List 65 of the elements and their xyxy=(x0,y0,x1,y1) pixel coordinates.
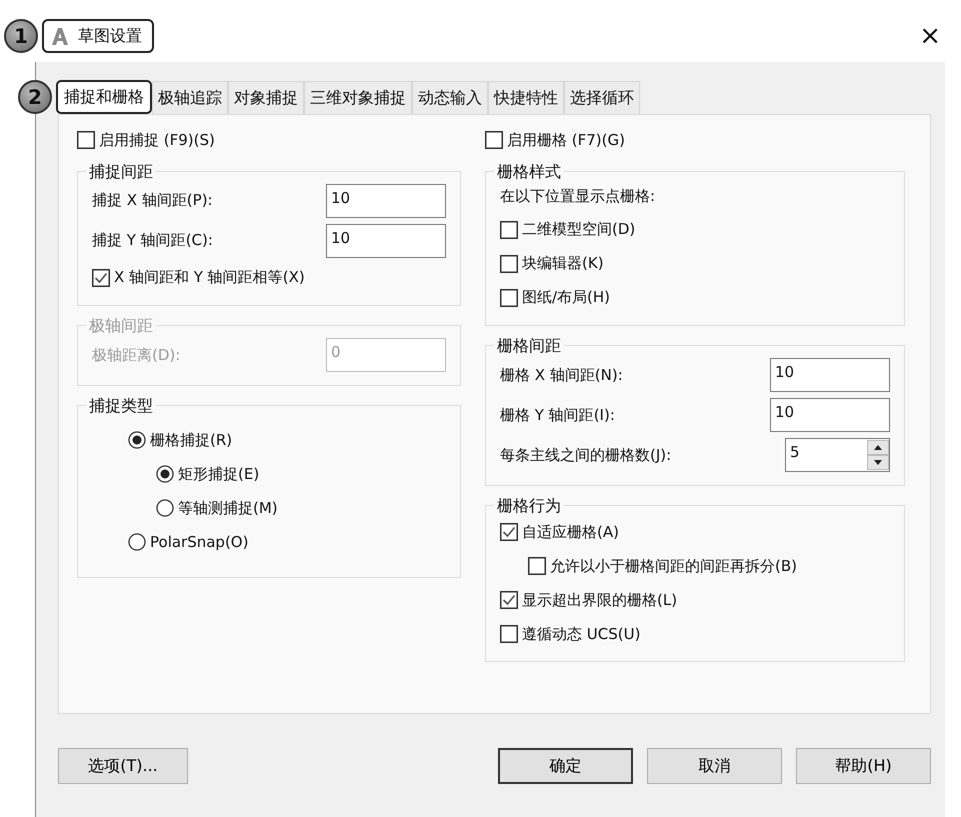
radio-selected[interactable] xyxy=(156,465,174,484)
checkbox[interactable] xyxy=(500,288,518,307)
checkbox-checked[interactable] xyxy=(500,523,518,542)
field-label: 捕捉 Y 轴间距(C): xyxy=(92,230,213,252)
checkbox-checked[interactable] xyxy=(500,591,518,610)
tab[interactable]: 动态输入 xyxy=(412,81,488,114)
spin-down-icon xyxy=(867,454,889,470)
tab[interactable]: 极轴追踪 xyxy=(152,81,228,114)
checkbox[interactable] xyxy=(528,557,546,576)
option-label: 矩形捕捉(E) xyxy=(178,466,260,482)
checkbox[interactable] xyxy=(500,254,518,273)
group-title: 栅格样式 xyxy=(496,162,562,181)
group-title: 极轴间距 xyxy=(88,316,154,335)
checkbox[interactable] xyxy=(485,131,503,150)
checkbox-checked[interactable] xyxy=(92,268,110,287)
option-label: 启用栅格 (F7)(G) xyxy=(507,130,625,151)
radio-button[interactable] xyxy=(156,499,174,518)
group-title: 捕捉间距 xyxy=(88,162,154,181)
field-label: 栅格 Y 轴间距(I): xyxy=(500,404,615,426)
option-label: 允许以小于栅格间距的间距再拆分(B) xyxy=(550,558,797,574)
spinner-field[interactable]: 5 xyxy=(785,438,890,472)
option-label: 启用捕捉 (F9)(S) xyxy=(99,130,215,151)
window-title: 草图设置 xyxy=(78,25,142,47)
spin-up-icon xyxy=(867,440,889,455)
tab[interactable]: 捕捉和栅格 xyxy=(56,80,152,114)
option-label: 遵循动态 UCS(U) xyxy=(522,626,640,642)
option-label: X 轴间距和 Y 轴间距相等(X) xyxy=(114,270,305,286)
field-label: 每条主线之间的栅格数(J): xyxy=(500,444,672,466)
checkbox[interactable] xyxy=(500,220,518,239)
input-field: 0 xyxy=(326,338,446,372)
input-field[interactable]: 10 xyxy=(770,358,890,392)
field-label: 栅格 X 轴间距(N): xyxy=(500,364,623,386)
group-title: 捕捉类型 xyxy=(88,396,154,416)
tab[interactable]: 对象捕捉 xyxy=(228,81,304,114)
tab[interactable]: 三维对象捕捉 xyxy=(304,81,412,114)
checkbox[interactable] xyxy=(77,131,95,150)
callout-marker: 1 xyxy=(4,19,38,53)
group-title: 栅格间距 xyxy=(496,336,562,355)
option-label: 二维模型空间(D) xyxy=(522,222,636,238)
dialog-button[interactable]: 取消 xyxy=(647,748,782,784)
input-field[interactable]: 10 xyxy=(770,398,890,432)
dialog-button[interactable]: 帮助(H) xyxy=(796,748,931,784)
field-label: 在以下位置显示点栅格: xyxy=(500,186,656,208)
dialog-button[interactable]: 选项(T)... xyxy=(58,748,188,784)
input-field[interactable]: 10 xyxy=(326,224,446,258)
tab[interactable]: 选择循环 xyxy=(564,81,640,114)
option-label: 块编辑器(K) xyxy=(522,256,604,272)
radio-selected[interactable] xyxy=(128,431,146,450)
callout-marker: 2 xyxy=(18,80,52,114)
option-label: 图纸/布局(H) xyxy=(522,290,610,306)
close-button[interactable]: × xyxy=(919,23,941,49)
option-label: PolarSnap(O) xyxy=(150,534,248,550)
option-label: 显示超出界限的栅格(L) xyxy=(522,592,678,608)
app-icon xyxy=(50,26,70,46)
option-label: 栅格捕捉(R) xyxy=(150,432,232,448)
option-label: 等轴测捕捉(M) xyxy=(178,500,278,516)
radio-button[interactable] xyxy=(128,533,146,552)
ok-button[interactable]: 确定 xyxy=(498,748,633,784)
option-label: 自适应栅格(A) xyxy=(522,524,619,540)
tab[interactable]: 快捷特性 xyxy=(488,81,564,114)
checkbox[interactable] xyxy=(500,625,518,644)
group-title: 栅格行为 xyxy=(496,496,562,516)
field-label: 捕捉 X 轴间距(P): xyxy=(92,190,213,212)
field-label: 极轴距离(D): xyxy=(92,344,180,366)
input-field[interactable]: 10 xyxy=(326,184,446,218)
